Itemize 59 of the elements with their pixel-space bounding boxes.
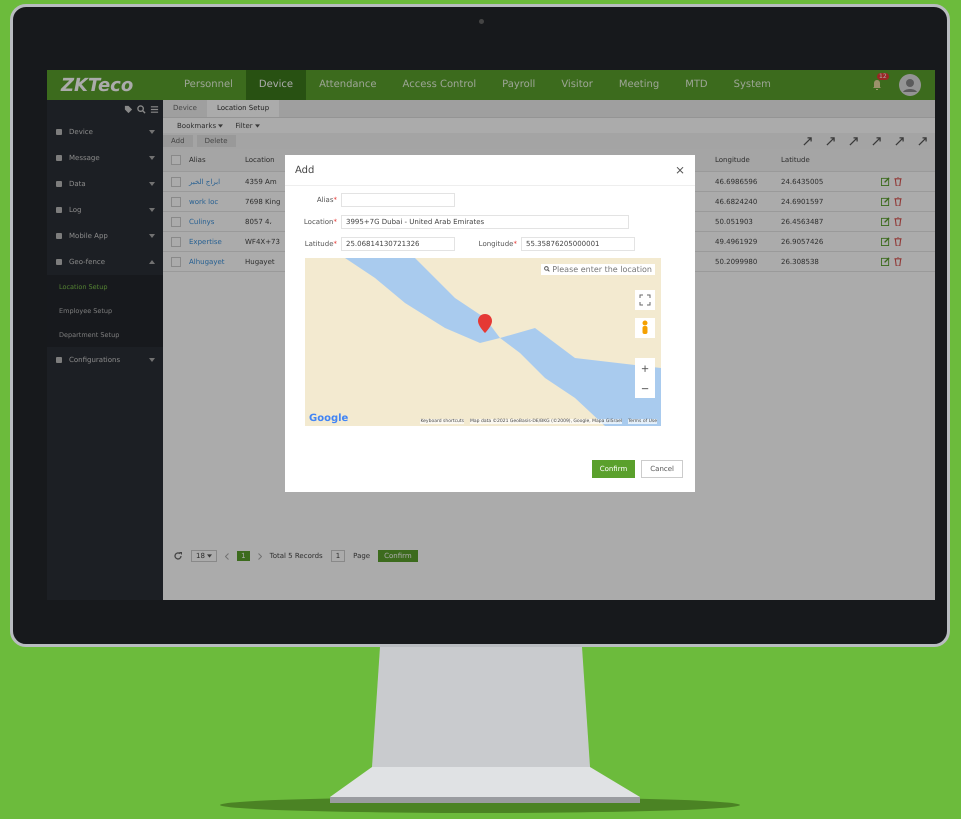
delete-icon[interactable] [894, 197, 902, 206]
menu-item-icon [55, 128, 63, 136]
search-icon [544, 266, 550, 272]
refresh-icon[interactable] [173, 551, 183, 561]
search-icon[interactable] [137, 105, 146, 114]
checkbox[interactable] [171, 256, 181, 266]
edit-icon[interactable] [881, 237, 890, 246]
nav-tab[interactable]: Device [246, 70, 306, 100]
edit-icon[interactable] [881, 257, 890, 266]
fullscreen-icon[interactable] [635, 290, 655, 310]
checkbox[interactable] [171, 155, 181, 165]
edit-icon[interactable] [881, 217, 890, 226]
person-icon[interactable] [635, 318, 655, 338]
alias-field[interactable] [341, 193, 455, 207]
checkbox[interactable] [171, 236, 181, 246]
delete-icon[interactable] [894, 257, 902, 266]
nav-tab[interactable]: System [720, 70, 784, 100]
toolbar-icon[interactable] [872, 136, 881, 146]
caret-icon [207, 554, 212, 558]
delete-icon[interactable] [894, 217, 902, 226]
dialog-title: Add [295, 164, 314, 176]
delete-icon[interactable] [894, 177, 902, 186]
delete-icon[interactable] [894, 237, 902, 246]
map-search-field[interactable]: Please enter the location [540, 264, 655, 275]
checkbox[interactable] [171, 176, 181, 186]
checkbox[interactable] [171, 196, 181, 206]
menu-item-icon [55, 232, 63, 240]
logo: ZKTeco [60, 74, 134, 96]
edit-icon[interactable] [881, 197, 890, 206]
prev-page-icon[interactable] [225, 552, 230, 560]
menu-item-icon [55, 206, 63, 214]
nav-tab[interactable]: Personnel [171, 70, 246, 100]
nav-tab[interactable]: Meeting [606, 70, 672, 100]
close-icon[interactable]: × [674, 163, 685, 177]
tag-icon[interactable] [124, 105, 133, 114]
list-icon[interactable] [150, 105, 159, 114]
nav-tab[interactable]: Payroll [489, 70, 548, 100]
checkbox[interactable] [171, 216, 181, 226]
nav-tab[interactable]: Attendance [306, 70, 390, 100]
toolbar-icon[interactable] [803, 136, 812, 146]
nav-tab[interactable]: MTD [672, 70, 721, 100]
bell-icon[interactable] [871, 79, 883, 91]
menu-item-icon [55, 258, 63, 266]
camera-icon [479, 19, 484, 24]
map-logo: Google [309, 413, 348, 424]
menu-item-icon [55, 356, 63, 364]
toolbar-icon[interactable] [849, 136, 858, 146]
avatar-icon[interactable] [899, 74, 921, 96]
toolbar-icon[interactable] [895, 136, 904, 146]
next-page-icon[interactable] [258, 552, 262, 560]
menu-item-icon [55, 180, 63, 188]
caret-icon [254, 124, 260, 128]
nav-tab[interactable]: Access Control [390, 70, 490, 100]
toolbar-icon[interactable] [826, 136, 835, 146]
nav-tab[interactable]: Visitor [548, 70, 606, 100]
toolbar-icon[interactable] [918, 136, 927, 146]
menu-item-icon [55, 154, 63, 162]
caret-icon [218, 124, 224, 128]
edit-icon[interactable] [881, 177, 890, 186]
